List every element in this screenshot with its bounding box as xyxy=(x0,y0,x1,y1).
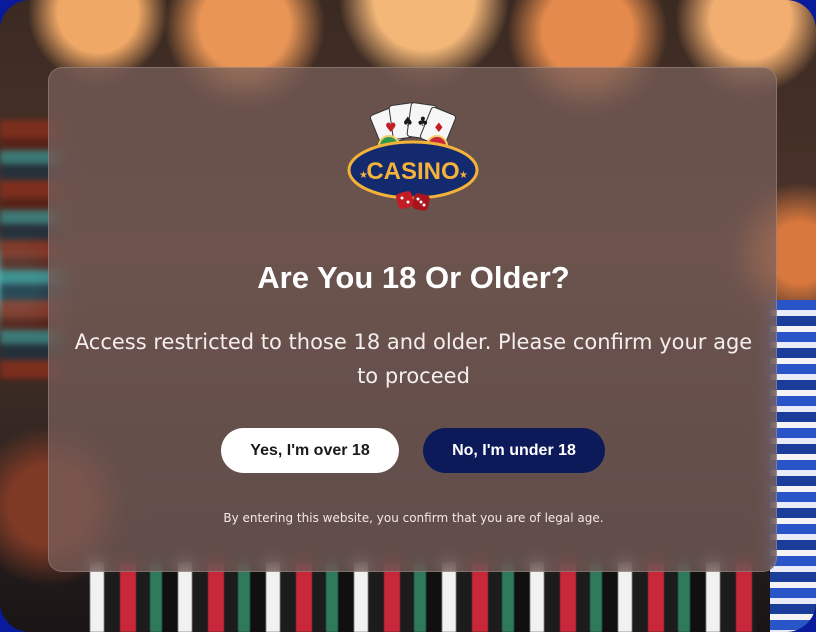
dialog-message: Access restricted to those 18 and older.… xyxy=(74,330,753,388)
page-frame: ♥ ♠ ♣ ♦ CASINO ★ ★ Are You 18 Or Older? … xyxy=(0,0,816,632)
svg-text:♥: ♥ xyxy=(385,121,397,136)
svg-text:♠: ♠ xyxy=(402,115,414,130)
under-18-button[interactable]: No, I'm under 18 xyxy=(423,428,605,473)
age-verification-dialog: ♥ ♠ ♣ ♦ CASINO ★ ★ Are You 18 Or Older? … xyxy=(48,67,777,572)
casino-logo: ♥ ♠ ♣ ♦ CASINO ★ ★ xyxy=(347,102,479,211)
svg-text:★: ★ xyxy=(359,170,368,181)
logo-text: CASINO xyxy=(366,158,459,185)
background-chips-bottom xyxy=(90,562,756,632)
confirm-over-18-button[interactable]: Yes, I'm over 18 xyxy=(221,428,399,473)
legal-age-disclaimer: By entering this website, you confirm th… xyxy=(223,511,604,525)
svg-text:♦: ♦ xyxy=(433,121,445,136)
svg-text:★: ★ xyxy=(459,170,468,181)
svg-text:♣: ♣ xyxy=(417,115,429,130)
dialog-title: Are You 18 Or Older? xyxy=(257,260,570,295)
